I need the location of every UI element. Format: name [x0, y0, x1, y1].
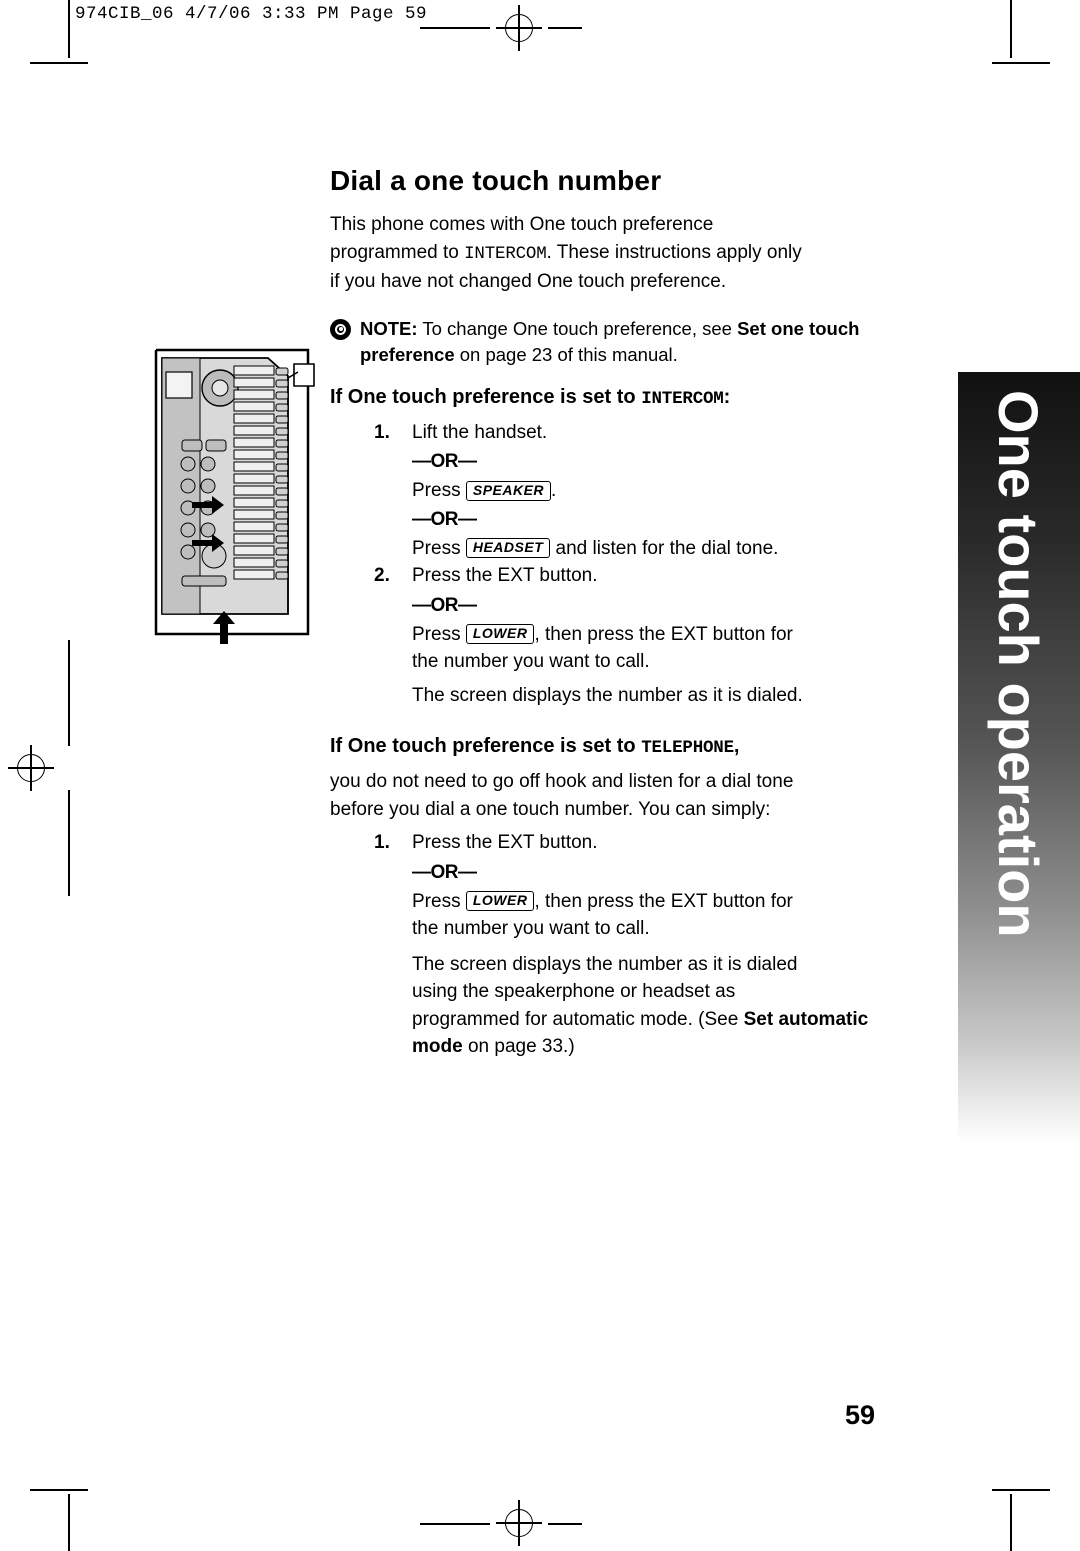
trim-line-bottom-left [30, 1489, 88, 1491]
section-1-heading-post: : [723, 385, 731, 408]
trim-line-bottom-right [992, 1489, 1050, 1491]
intro-intercom-term: INTERCOM [464, 243, 547, 264]
trim-line-bottom-mid-right [548, 1523, 582, 1525]
press-lower-suffix-2: the number you want to call. [412, 651, 650, 672]
step-text: Press the EXT button. [412, 832, 598, 853]
intro-line-2-post: . These instructions apply only [546, 241, 802, 263]
or-label-2: —OR— [412, 508, 477, 530]
registration-mark-top [496, 5, 542, 51]
press-headset-line: Press HEADSET and listen for the dial to… [330, 535, 890, 563]
speaker-key: SPEAKER [465, 480, 552, 501]
section-2-result-line-3-post: on page 33.) [462, 1036, 575, 1057]
side-tab: One touch operation [958, 372, 1080, 1142]
phone-illustration [148, 344, 318, 654]
step-text: Press the EXT button. [412, 565, 598, 586]
intro-line-2-pre: programmed to [330, 241, 465, 263]
press-word-1: Press [412, 480, 461, 501]
section-2-result-line-3-pre: programmed for automatic mode. (See [412, 1008, 744, 1030]
section-2-heading: If One touch preference is set to TELEPH… [330, 733, 890, 762]
note-text: NOTE: To change One touch preference, se… [360, 316, 890, 368]
note-text-post: on page 23 of this manual. [454, 343, 678, 365]
section-2-heading-pre: If One touch preference is set to [330, 735, 642, 757]
note-block: NOTE: To change One touch preference, se… [330, 316, 890, 368]
side-tab-label: One touch operation [987, 390, 1051, 938]
press-speaker-suffix: . [551, 480, 557, 501]
page-number: 59 [845, 1400, 876, 1430]
section-1-heading-pre: If One touch preference is set to [330, 385, 642, 408]
step-number: 1. [374, 421, 390, 443]
or-label-1: —OR— [412, 451, 477, 472]
press-headset-suffix: and listen for the dial tone. [550, 537, 779, 559]
press-lower-suffix-1: , then press the EXT button for [534, 623, 793, 645]
trim-line-top-right [992, 62, 1050, 64]
section-1-steps-2: 2. Press the EXT button. [330, 562, 890, 590]
trim-line-top-left [30, 62, 88, 64]
section-2-result-line-1: The screen displays the number as it is … [412, 953, 798, 975]
trim-line-left-bottom [68, 1494, 70, 1551]
headset-key: HEADSET [465, 538, 551, 558]
intro-line-3: if you have not changed One touch prefer… [330, 271, 727, 292]
note-label: NOTE: [360, 317, 418, 339]
press-word-2: Press [412, 537, 461, 559]
lower-key: LOWER [465, 624, 535, 644]
section-2-body-line-1: you do not need to go off hook and liste… [330, 771, 794, 792]
step-item: 1. Lift the handset. [330, 419, 890, 447]
section-2-result: The screen displays the number as it is … [330, 951, 890, 1061]
page-content: Dial a one touch number This phone comes… [330, 165, 890, 1061]
section-1-heading: If One touch preference is set to INTERC… [330, 384, 890, 413]
press-speaker-line: Press SPEAKER. [330, 477, 890, 505]
section-2-press-lower-suffix-1: , then press the EXT button for [534, 890, 793, 912]
registration-mark-bottom [496, 1500, 542, 1546]
section-2-body: you do not need to go off hook and liste… [330, 768, 890, 823]
section-1-steps: 1. Lift the handset. [330, 419, 890, 447]
section-2-steps: 1. Press the EXT button. [330, 829, 890, 857]
step-text: Lift the handset. [412, 421, 548, 443]
trim-line-left-top [68, 0, 70, 58]
trim-line-top-mid-left [420, 27, 490, 29]
lower-key-2: LOWER [465, 891, 535, 911]
section-2-press-lower-suffix-2: the number you want to call. [412, 918, 650, 939]
press-lower-line-1: Press LOWER, then press the EXT button f… [330, 621, 890, 676]
intro-line-1: This phone comes with One touch preferen… [330, 214, 714, 235]
press-word-3: Press [412, 623, 461, 645]
trim-line-left-mid [68, 640, 70, 746]
trim-line-bottom-mid-left [420, 1523, 490, 1525]
section-2-body-line-2: before you dial a one touch number. You … [330, 798, 771, 820]
trim-line-left-mid2 [68, 790, 70, 896]
trim-line-right-top [1010, 0, 1012, 58]
section-2-heading-term: TELEPHONE [641, 738, 734, 758]
note-text-pre: To change One touch preference, see [422, 317, 738, 339]
step-number: 1. [374, 832, 390, 853]
step-item: 2. Press the EXT button. [330, 562, 890, 590]
page-title: Dial a one touch number [330, 165, 662, 196]
section-1-heading-term: INTERCOM [641, 388, 724, 409]
section-2-press-lower-line: Press LOWER, then press the EXT button f… [330, 888, 890, 943]
section-1-result: The screen displays the number as it is … [412, 684, 803, 706]
file-slug: 974CIB_06 4/7/06 3:33 PM Page 59 [75, 4, 428, 24]
trim-line-top-mid-right [548, 27, 582, 29]
or-label-3: —OR— [412, 594, 477, 616]
step-item: 1. Press the EXT button. [330, 829, 890, 857]
intro-paragraph: This phone comes with One touch preferen… [330, 211, 890, 296]
press-word-4: Press [412, 890, 461, 912]
or-label-4: —OR— [412, 861, 477, 883]
registration-mark-left [8, 745, 54, 791]
target-bullet-icon [330, 318, 351, 340]
step-number: 2. [374, 565, 390, 586]
trim-line-right-bottom [1010, 1494, 1012, 1551]
section-2-heading-post: , [733, 735, 740, 757]
section-2-result-line-2: using the speakerphone or headset as [412, 981, 736, 1002]
